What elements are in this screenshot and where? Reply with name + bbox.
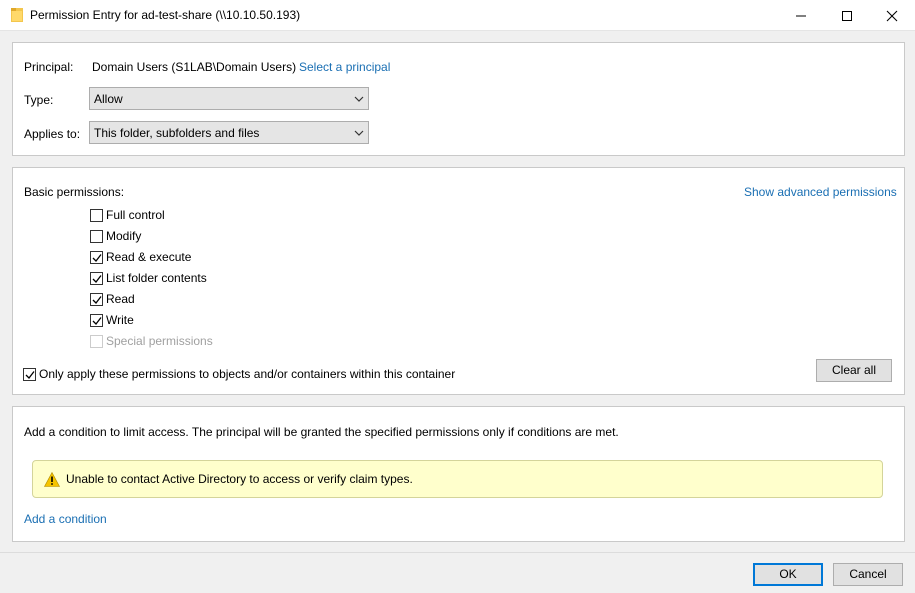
close-button[interactable] <box>869 0 915 31</box>
permission-label: Read <box>106 292 135 306</box>
checkmark-icon <box>25 371 35 379</box>
applies-to-selected: This folder, subfolders and files <box>94 126 260 140</box>
checkmark-icon <box>92 275 102 283</box>
type-selected: Allow <box>94 92 123 106</box>
checkbox <box>90 335 103 348</box>
condition-panel: Add a condition to limit access. The pri… <box>12 406 905 542</box>
title-bar: Permission Entry for ad-test-share (\\10… <box>0 0 915 31</box>
type-dropdown[interactable]: Allow <box>89 87 369 110</box>
chevron-down-icon <box>354 130 364 136</box>
checkmark-icon <box>92 296 102 304</box>
maximize-icon <box>842 11 852 21</box>
checkbox[interactable] <box>90 251 103 264</box>
warning-icon <box>44 472 60 487</box>
checkbox[interactable] <box>90 293 103 306</box>
warning-banner: Unable to contact Active Directory to ac… <box>32 460 883 498</box>
add-condition-link[interactable]: Add a condition <box>24 512 107 526</box>
permissions-panel: Basic permissions: Show advanced permiss… <box>12 167 905 395</box>
permission-label: List folder contents <box>106 271 207 285</box>
checkbox[interactable] <box>90 209 103 222</box>
only-apply-label: Only apply these permissions to objects … <box>39 367 456 381</box>
show-advanced-permissions-link[interactable]: Show advanced permissions <box>744 185 897 199</box>
condition-description: Add a condition to limit access. The pri… <box>24 425 619 439</box>
checkbox[interactable] <box>90 272 103 285</box>
permission-label: Modify <box>106 229 142 243</box>
principal-value: Domain Users (S1LAB\Domain Users) <box>92 60 297 74</box>
principal-panel: Principal: Domain Users (S1LAB\Domain Us… <box>12 42 905 156</box>
checkbox[interactable] <box>23 368 36 381</box>
footer-divider <box>0 552 915 553</box>
select-principal-link[interactable]: Select a principal <box>299 60 390 74</box>
applies-to-dropdown[interactable]: This folder, subfolders and files <box>89 121 369 144</box>
maximize-button[interactable] <box>824 0 870 31</box>
clear-all-button[interactable]: Clear all <box>816 359 892 382</box>
applies-to-label: Applies to: <box>24 127 81 141</box>
minimize-button[interactable] <box>778 0 824 31</box>
permission-label: Special permissions <box>106 334 213 348</box>
type-label: Type: <box>24 93 54 107</box>
close-icon <box>886 10 898 22</box>
ok-button[interactable]: OK <box>753 563 823 586</box>
cancel-button[interactable]: Cancel <box>833 563 903 586</box>
checkmark-icon <box>92 317 102 325</box>
checkbox[interactable] <box>90 230 103 243</box>
chevron-down-icon <box>354 96 364 102</box>
basic-permissions-heading: Basic permissions: <box>24 185 125 199</box>
checkmark-icon <box>92 254 102 262</box>
window-title: Permission Entry for ad-test-share (\\10… <box>30 8 301 22</box>
checkbox[interactable] <box>90 314 103 327</box>
folder-icon <box>11 8 23 22</box>
permission-label: Read & execute <box>106 250 192 264</box>
warning-text: Unable to contact Active Directory to ac… <box>66 472 413 486</box>
permission-label: Full control <box>106 208 165 222</box>
minimize-icon <box>796 15 806 17</box>
principal-label: Principal: <box>24 60 74 74</box>
permission-label: Write <box>106 313 134 327</box>
